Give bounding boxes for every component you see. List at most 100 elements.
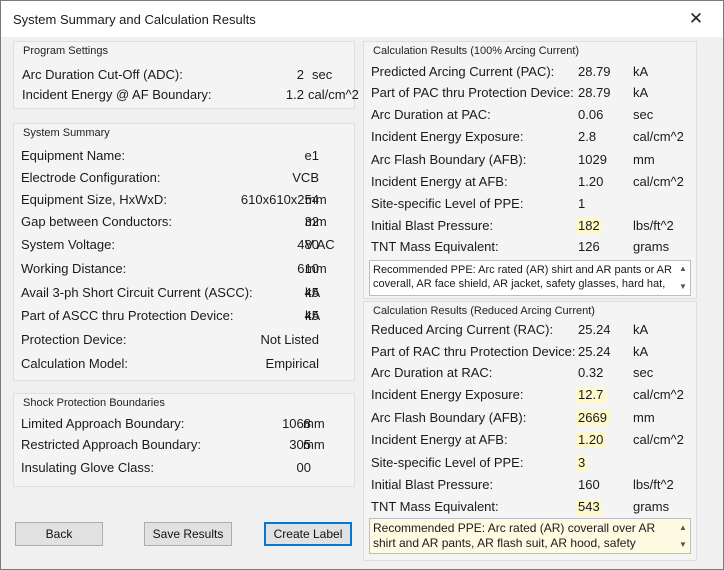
rr-unit: grams: [633, 499, 670, 514]
ss-label: Calculation Model:: [21, 356, 128, 371]
ss-label: Protection Device:: [21, 332, 127, 347]
scroll-up-icon[interactable]: ▲: [676, 262, 690, 276]
scroll-down-icon[interactable]: ▼: [676, 537, 690, 552]
program-settings-panel: Program Settings Arc Duration Cut-Off (A…: [13, 41, 359, 109]
rf-label: Part of PAC thru Protection Device:: [371, 85, 574, 100]
rr-value: 25.24: [578, 322, 611, 337]
rr-label: Arc Flash Boundary (AFB):: [371, 410, 527, 425]
rr-value-highlighted: 543: [576, 499, 602, 515]
rf-unit: mm: [633, 152, 655, 167]
scroll-up-icon[interactable]: ▲: [676, 520, 690, 535]
rr-label: Arc Duration at RAC:: [371, 365, 493, 380]
spb-label: Restricted Approach Boundary:: [21, 437, 201, 452]
ss-label: Avail 3-ph Short Circuit Current (ASCC):: [21, 285, 253, 300]
rf-label: Predicted Arcing Current (PAC):: [371, 64, 555, 79]
rf-unit: kA: [633, 64, 649, 79]
rf-label: Incident Energy Exposure:: [371, 129, 524, 144]
spb-value: 1068: [282, 416, 311, 431]
ss-label: Working Distance:: [21, 261, 127, 276]
ss-value: e1: [304, 148, 319, 163]
rf-label: Initial Blast Pressure:: [371, 218, 494, 233]
rf-value: 126: [578, 239, 600, 254]
rf-value: 28.79: [578, 64, 611, 79]
spb-unit: mm: [303, 437, 325, 452]
results-window: System Summary and Calculation Results ✕…: [0, 0, 724, 570]
ppe-text-reduced[interactable]: Recommended PPE: Arc rated (AR) coverall…: [369, 518, 691, 554]
rr-label: Site-specific Level of PPE:: [371, 455, 524, 470]
ss-unit: kA: [305, 308, 321, 323]
rr-unit: mm: [633, 410, 655, 425]
rf-unit: grams: [633, 239, 670, 254]
ss-label: Equipment Size, HxWxD:: [21, 192, 167, 207]
rf-value: 1: [578, 196, 586, 211]
close-icon[interactable]: ✕: [682, 7, 710, 31]
system-summary-title: System Summary: [23, 127, 110, 139]
rr-value-highlighted: 3: [576, 455, 588, 471]
save-results-button[interactable]: Save Results: [144, 522, 232, 546]
window-title: System Summary and Calculation Results: [13, 12, 256, 27]
rf-label: Arc Duration at PAC:: [371, 107, 491, 122]
title-bar: System Summary and Calculation Results ✕: [1, 1, 723, 37]
spb-label: Insulating Glove Class:: [21, 460, 154, 475]
spb-value: 00: [296, 460, 311, 475]
ppe-full-scrollbar[interactable]: ▲ ▼: [676, 261, 690, 295]
ss-unit: mm: [305, 261, 327, 276]
rr-unit: sec: [633, 365, 654, 380]
rr-value-highlighted: 1.20: [576, 432, 606, 448]
ie-boundary-unit: cal/cm^2: [308, 87, 359, 102]
ie-boundary-label: Incident Energy @ AF Boundary:: [22, 87, 212, 102]
ss-value: VCB: [292, 170, 319, 185]
ppe-text-reduced-content: Recommended PPE: Arc rated (AR) coverall…: [373, 521, 656, 553]
results-reduced-title: Calculation Results (Reduced Arcing Curr…: [373, 305, 595, 317]
rf-label: TNT Mass Equivalent:: [371, 239, 499, 254]
ppe-reduced-scrollbar[interactable]: ▲ ▼: [676, 519, 690, 553]
rr-label: Incident Energy at AFB:: [371, 432, 508, 447]
ss-unit: mm: [305, 192, 327, 207]
ss-unit: kA: [305, 285, 321, 300]
ss-label: Electrode Configuration:: [21, 170, 161, 185]
shock-protection-title: Shock Protection Boundaries: [23, 397, 165, 409]
rf-label: Arc Flash Boundary (AFB):: [371, 152, 527, 167]
rf-value: 1029: [578, 152, 607, 167]
scroll-down-icon[interactable]: ▼: [676, 280, 690, 294]
rr-value-highlighted: 2669: [576, 410, 609, 426]
rf-label: Incident Energy at AFB:: [371, 174, 508, 189]
rr-value-highlighted: 12.7: [576, 387, 606, 403]
ppe-text-full[interactable]: Recommended PPE: Arc rated (AR) shirt an…: [369, 260, 691, 296]
rf-value: 2.8: [578, 129, 597, 144]
ss-value: 610x610x254: [240, 192, 319, 207]
rr-unit: kA: [633, 322, 649, 337]
ss-unit: V AC: [305, 237, 335, 252]
ss-unit: mm: [305, 214, 327, 229]
spb-value: 305: [289, 437, 311, 452]
rr-unit: kA: [633, 344, 649, 359]
rr-value: 0.32: [578, 365, 604, 380]
rr-label: Incident Energy Exposure:: [371, 387, 524, 402]
ss-value: Not Listed: [260, 332, 319, 347]
adc-unit: sec: [312, 67, 333, 82]
spb-unit: mm: [303, 416, 325, 431]
rf-unit: cal/cm^2: [633, 174, 684, 189]
rr-label: Part of RAC thru Protection Device:: [371, 344, 576, 359]
ie-boundary-value: 1.2: [285, 87, 304, 102]
program-settings-title: Program Settings: [23, 45, 108, 57]
results-full-title: Calculation Results (100% Arcing Current…: [373, 45, 580, 57]
rf-value-highlighted: 182: [576, 218, 602, 234]
ss-label: System Voltage:: [21, 237, 115, 252]
spb-label: Limited Approach Boundary:: [21, 416, 185, 431]
rr-unit: lbs/ft^2: [633, 477, 674, 492]
ss-label: Part of ASCC thru Protection Device:: [21, 308, 234, 323]
rr-unit: cal/cm^2: [633, 432, 684, 447]
rr-value: 25.24: [578, 344, 611, 359]
adc-label: Arc Duration Cut-Off (ADC):: [22, 67, 183, 82]
rr-label: TNT Mass Equivalent:: [371, 499, 499, 514]
rf-label: Site-specific Level of PPE:: [371, 196, 524, 211]
rf-unit: lbs/ft^2: [633, 218, 674, 233]
rf-value: 1.20: [578, 174, 604, 189]
rf-value: 28.79: [578, 85, 611, 100]
back-button[interactable]: Back: [15, 522, 103, 546]
rf-unit: sec: [633, 107, 654, 122]
create-label-button[interactable]: Create Label: [264, 522, 352, 546]
rf-value: 0.06: [578, 107, 604, 122]
rf-unit: kA: [633, 85, 649, 100]
